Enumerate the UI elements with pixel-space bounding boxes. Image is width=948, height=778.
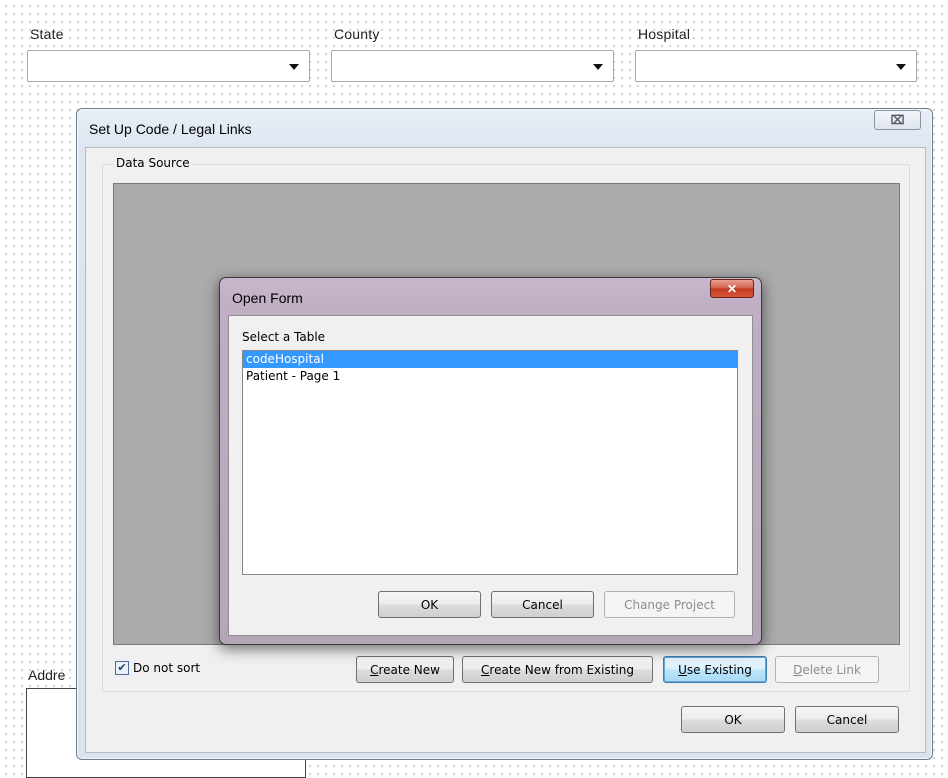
close-button[interactable]: ⌧ bbox=[874, 110, 921, 130]
cancel-button[interactable]: Cancel bbox=[491, 591, 594, 618]
group-title: Data Source bbox=[113, 156, 193, 170]
table-listbox[interactable]: codeHospital Patient - Page 1 bbox=[242, 350, 738, 575]
state-dropdown[interactable] bbox=[27, 50, 310, 82]
button-label: se Existing bbox=[686, 662, 752, 677]
close-icon: ⌧ bbox=[890, 113, 905, 127]
ok-button[interactable]: OK bbox=[378, 591, 481, 618]
checkbox-box[interactable]: ✔ bbox=[115, 661, 129, 675]
dialog-title: Set Up Code / Legal Links bbox=[89, 121, 252, 137]
select-table-label: Select a Table bbox=[242, 330, 326, 344]
hospital-dropdown[interactable] bbox=[635, 50, 917, 82]
button-label: elete Link bbox=[802, 662, 861, 677]
close-icon: ✕ bbox=[726, 281, 738, 296]
state-label: State bbox=[30, 26, 64, 42]
checkbox-label: Do not sort bbox=[133, 661, 201, 675]
dialog-body: Select a Table codeHospital Patient - Pa… bbox=[228, 315, 753, 636]
list-item[interactable]: Patient - Page 1 bbox=[243, 368, 737, 385]
chevron-down-icon bbox=[289, 64, 299, 70]
list-item[interactable]: codeHospital bbox=[243, 351, 737, 368]
address-label: Addre bbox=[28, 667, 66, 683]
close-button[interactable]: ✕ bbox=[710, 279, 754, 298]
cancel-button[interactable]: Cancel bbox=[795, 706, 899, 733]
button-label: reate New bbox=[378, 662, 440, 677]
change-project-button[interactable]: Change Project bbox=[604, 591, 735, 618]
use-existing-button[interactable]: Use Existing bbox=[663, 656, 767, 683]
create-new-button[interactable]: Create New bbox=[356, 656, 454, 683]
button-label: reate New from Existing bbox=[489, 662, 634, 677]
chevron-down-icon bbox=[896, 64, 906, 70]
do-not-sort-checkbox[interactable]: ✔ Do not sort bbox=[115, 661, 200, 675]
dialog-title: Open Form bbox=[232, 290, 303, 306]
ok-button[interactable]: OK bbox=[681, 706, 785, 733]
mnemonic: C bbox=[370, 662, 379, 677]
chevron-down-icon bbox=[593, 64, 603, 70]
hospital-label: Hospital bbox=[638, 26, 691, 42]
mnemonic: D bbox=[793, 662, 803, 677]
county-label: County bbox=[334, 26, 380, 42]
county-dropdown[interactable] bbox=[331, 50, 614, 82]
delete-link-button[interactable]: Delete Link bbox=[775, 656, 879, 683]
mnemonic: C bbox=[481, 662, 490, 677]
open-form-dialog: Open Form ✕ Select a Table codeHospital … bbox=[219, 277, 762, 645]
create-new-from-existing-button[interactable]: Create New from Existing bbox=[462, 656, 653, 683]
mnemonic: U bbox=[678, 662, 687, 677]
check-icon: ✔ bbox=[117, 661, 127, 674]
